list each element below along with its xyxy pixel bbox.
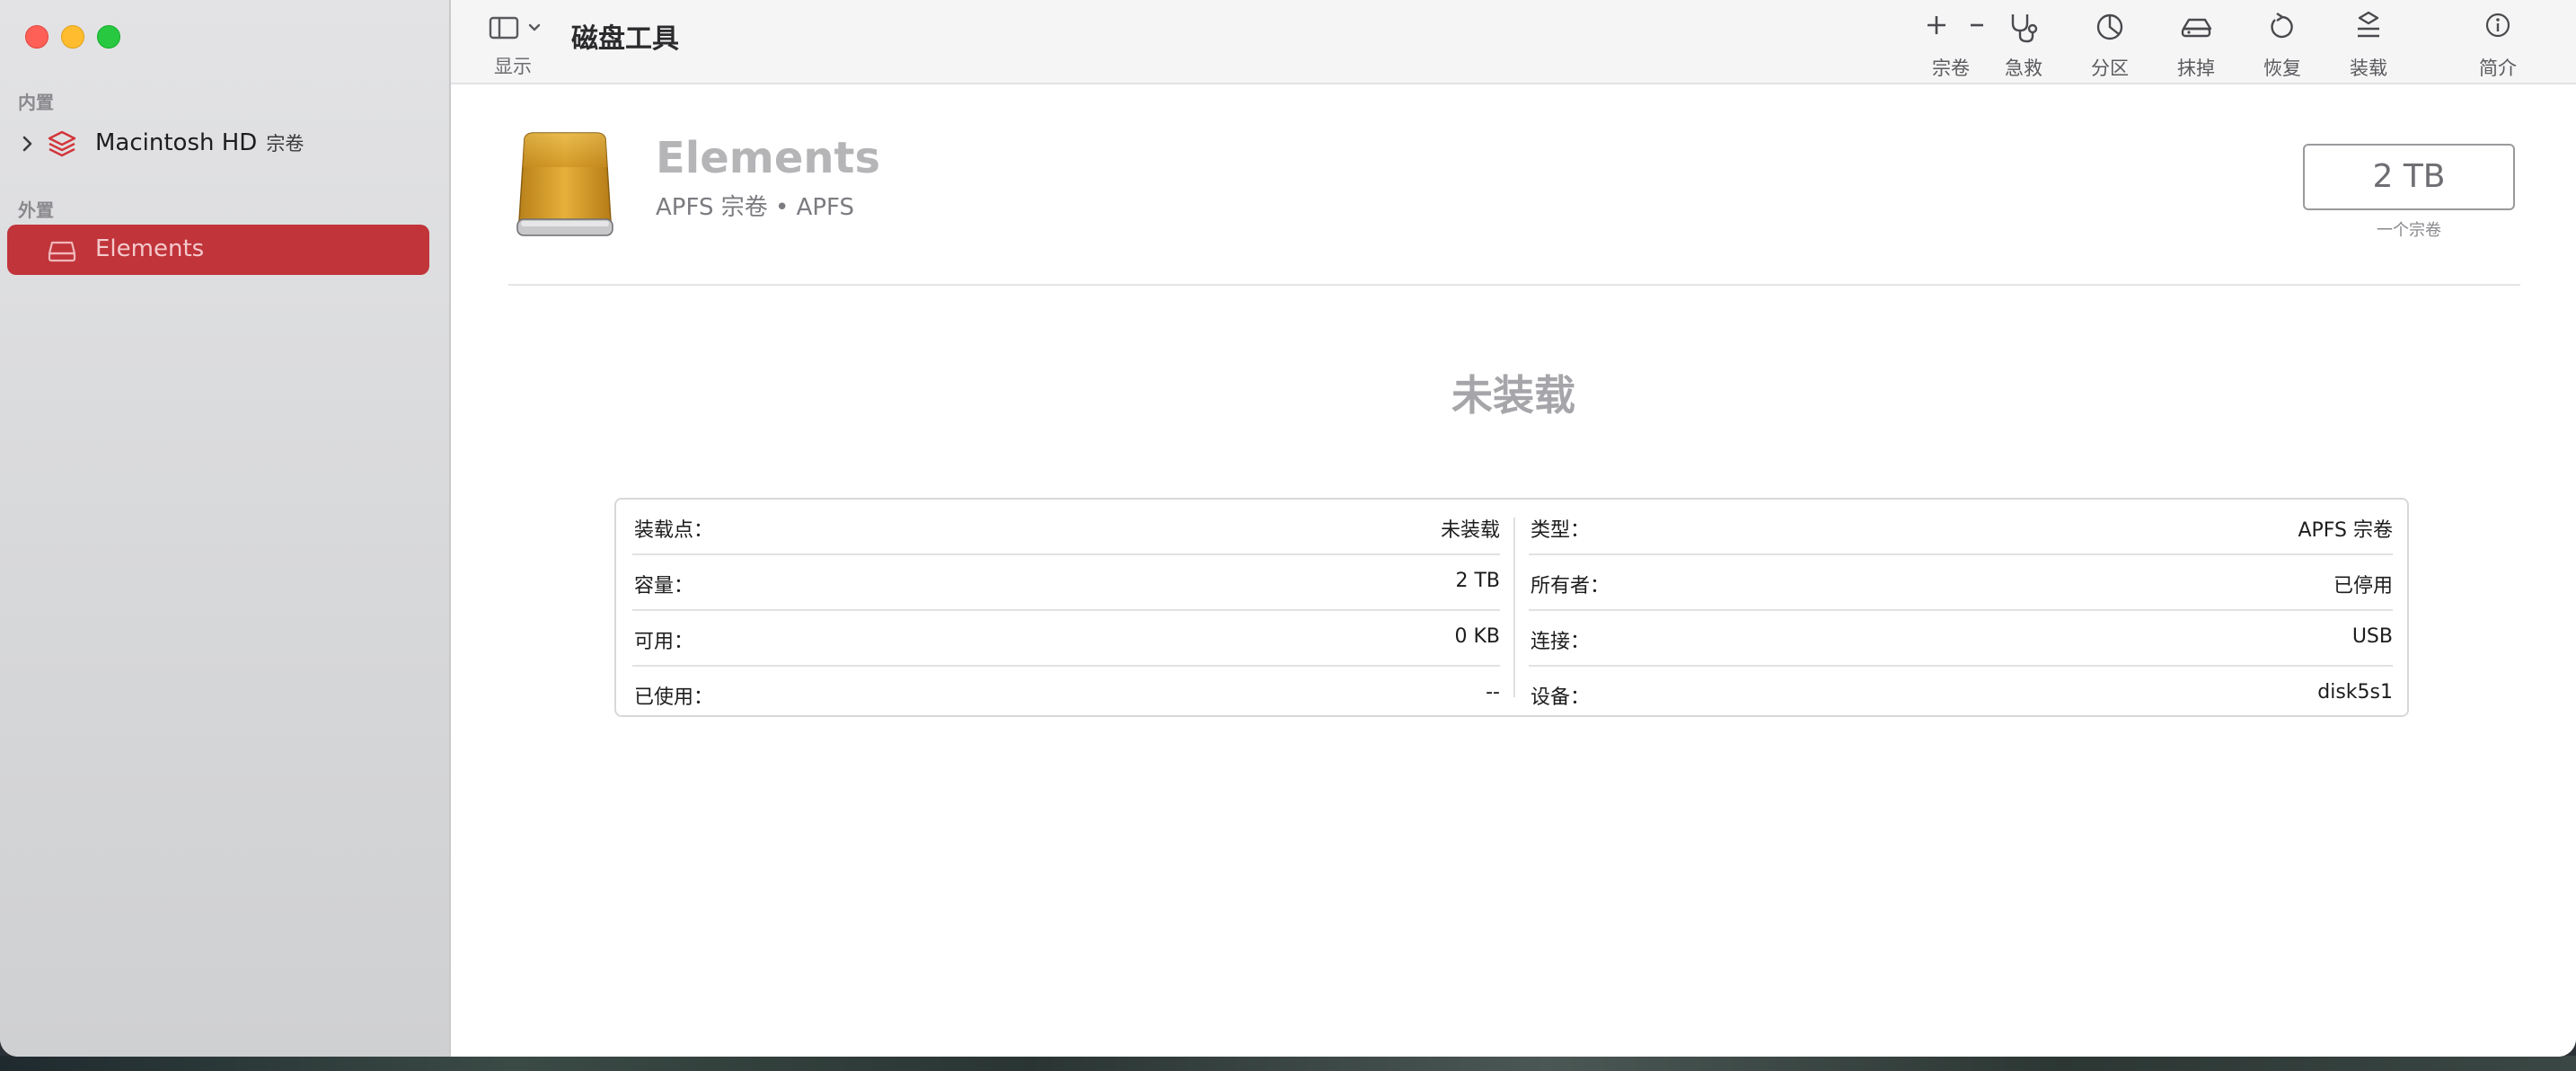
volume-button-label: 宗卷	[1932, 58, 1970, 79]
first-aid-label: 急救	[2005, 58, 2042, 79]
info-value: 0 KB	[1454, 625, 1500, 648]
info-icon	[2485, 13, 2510, 38]
toolbar: 显示 磁盘工具 宗卷 急救 分区 抹掉 恢复 装载 简介	[451, 0, 2576, 84]
pie-chart-icon	[2096, 13, 2123, 40]
eraser-icon	[2181, 18, 2212, 38]
info-column-right: 类型： APFS 宗卷 所有者： 已停用 连接： USB 设备： disk5s1	[1529, 500, 2393, 715]
sidebar-item-label: Elements	[95, 235, 205, 262]
close-button[interactable]	[25, 25, 49, 49]
erase-button[interactable]: 抹掉	[2165, 9, 2228, 81]
volume-stack-icon	[48, 130, 76, 157]
info-key: 类型：	[1531, 519, 1591, 542]
plus-minus-icon	[1928, 16, 1983, 34]
info-key: 连接：	[1531, 631, 1591, 653]
disk-utility-window: 内置 Macintosh HD 宗卷 外置 Elements 显示 磁盘工具 宗…	[0, 0, 2576, 1057]
info-key: 已使用：	[634, 686, 714, 709]
erase-label: 抹掉	[2177, 58, 2215, 79]
volume-button[interactable]: 宗卷	[1915, 9, 1987, 81]
disk-name: Elements	[656, 133, 881, 183]
sidebar-item-elements[interactable]: Elements	[7, 225, 429, 275]
info-value: 已停用	[2333, 575, 2393, 597]
info-value: 2 TB	[1455, 570, 1500, 592]
chevron-right-icon[interactable]	[16, 133, 38, 155]
disk-size: 2 TB	[2303, 144, 2515, 210]
disk-size-caption: 一个宗卷	[2377, 221, 2441, 240]
partition-label: 分区	[2091, 58, 2129, 79]
info-row-connection: 连接： USB	[1529, 611, 2393, 667]
sidebar-item-label: Macintosh HD 宗卷	[95, 129, 304, 156]
sidebar-item-tag: 宗卷	[266, 133, 304, 155]
info-button[interactable]: 简介	[2466, 9, 2529, 81]
info-row-available: 可用： 0 KB	[632, 611, 1500, 667]
mount-icon	[2358, 11, 2379, 38]
info-row-owner: 所有者： 已停用	[1529, 555, 2393, 611]
partition-button[interactable]: 分区	[2078, 9, 2141, 81]
info-value: --	[1486, 681, 1500, 704]
info-label: 简介	[2479, 58, 2517, 79]
sidebar: 内置 Macintosh HD 宗卷 外置 Elements	[0, 0, 451, 1057]
info-key: 所有者：	[1531, 575, 1610, 597]
info-value: 未装载	[1440, 519, 1500, 542]
info-key: 可用：	[634, 631, 694, 653]
info-column-left: 装载点： 未装载 容量： 2 TB 可用： 0 KB 已使用： --	[632, 500, 1500, 715]
info-value: disk5s1	[2317, 681, 2393, 704]
info-separator	[1513, 518, 1515, 697]
zoom-button[interactable]	[97, 25, 120, 49]
section-label-external: 外置	[18, 199, 54, 221]
info-key: 设备：	[1531, 686, 1591, 709]
restore-button[interactable]: 恢复	[2251, 9, 2314, 81]
info-row-mount-point: 装载点： 未装载	[632, 500, 1500, 555]
external-drive-image	[516, 132, 613, 236]
sidebar-item-macintosh-hd[interactable]: Macintosh HD 宗卷	[7, 119, 429, 169]
mount-status: 未装载	[1451, 371, 1575, 420]
restore-label: 恢复	[2263, 58, 2301, 79]
minimize-button[interactable]	[61, 25, 84, 49]
divider	[508, 284, 2520, 286]
mount-button[interactable]: 装载	[2337, 9, 2400, 81]
desktop-background	[0, 1056, 2576, 1071]
info-row-used: 已使用： --	[632, 667, 1500, 722]
disk-subtitle: APFS 宗卷 • APFS	[656, 194, 855, 221]
info-row-device: 设备： disk5s1	[1529, 667, 2393, 722]
sidebar-toggle-button[interactable]	[487, 13, 550, 43]
info-value: USB	[2351, 625, 2393, 648]
info-table: 装载点： 未装载 容量： 2 TB 可用： 0 KB 已使用： -- 类型： A…	[614, 498, 2409, 717]
view-label: 显示	[494, 56, 532, 77]
external-drive-icon	[48, 241, 76, 262]
restore-icon	[2271, 13, 2293, 39]
info-key: 装载点：	[634, 519, 714, 542]
stethoscope-icon	[2011, 14, 2038, 43]
app-title: 磁盘工具	[571, 23, 679, 55]
info-value: APFS 宗卷	[2298, 519, 2393, 542]
first-aid-button[interactable]: 急救	[1992, 9, 2055, 81]
mount-label: 装载	[2350, 58, 2387, 79]
info-key: 容量：	[634, 575, 694, 597]
main-content: Elements APFS 宗卷 • APFS 2 TB 一个宗卷 未装载 装载…	[451, 84, 2576, 1057]
info-row-capacity: 容量： 2 TB	[632, 555, 1500, 611]
info-row-type: 类型： APFS 宗卷	[1529, 500, 2393, 555]
section-label-internal: 内置	[18, 92, 54, 113]
